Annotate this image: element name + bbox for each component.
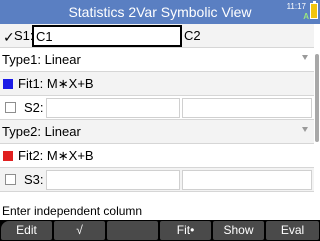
softkey-edit[interactable]: Edit — [1, 221, 52, 240]
fit2-row[interactable]: Fit2: M∗X+B — [0, 144, 314, 168]
battery-icon — [310, 1, 318, 19]
s3-independent-field[interactable] — [46, 170, 180, 190]
fit1-value: M∗X+B — [46, 76, 94, 91]
type2-label: Type2: Linear — [2, 124, 81, 139]
softkey-check[interactable]: √ — [54, 221, 105, 240]
type1-row[interactable]: Type1: Linear — [0, 48, 314, 72]
s1-independent-value: C1 — [36, 29, 53, 44]
softkey-empty[interactable] — [107, 221, 158, 240]
softkey-show[interactable]: Show — [213, 221, 264, 240]
type2-label-text: Type2: — [2, 124, 42, 139]
mode-indicator: A — [303, 12, 309, 21]
softkey-bar: Edit √ Fit• Show Eval — [0, 220, 320, 241]
s2-label: S2: — [24, 100, 44, 115]
view-title: Statistics 2Var Symbolic View — [68, 4, 252, 20]
type1-label-text: Type1: — [2, 52, 42, 67]
s1-independent-field[interactable]: C1 — [32, 25, 182, 47]
fit1-label: Fit1: M∗X+B — [18, 76, 94, 92]
s2-independent-field[interactable] — [46, 98, 180, 118]
type1-label: Type1: Linear — [2, 52, 81, 67]
type2-dropdown-arrow-icon[interactable] — [302, 127, 308, 132]
s3-row[interactable]: S3: — [0, 168, 314, 192]
softkey-eval[interactable]: Eval — [266, 221, 319, 240]
type1-dropdown-arrow-icon[interactable] — [302, 55, 308, 60]
fit2-label: Fit2: M∗X+B — [18, 148, 94, 164]
s1-label: S1: — [14, 28, 34, 43]
softkey-fit[interactable]: Fit• — [160, 221, 211, 240]
s1-row[interactable]: ✓ S1: C1 C2 — [0, 24, 314, 48]
type1-value: Linear — [44, 52, 81, 67]
fit2-label-text: Fit2: — [18, 148, 44, 163]
fit1-label-text: Fit1: — [18, 76, 44, 91]
title-bar: Statistics 2Var Symbolic View 11:17 A — [0, 0, 320, 24]
fit2-value: M∗X+B — [46, 148, 94, 163]
type2-value: Linear — [44, 124, 81, 139]
symbolic-view-list: ✓ S1: C1 C2 Type1: Linear Fit1: M∗X+B S2… — [0, 24, 320, 220]
s3-label: S3: — [24, 172, 44, 187]
fit1-color-swatch[interactable] — [3, 79, 13, 89]
s2-checkbox[interactable] — [5, 102, 16, 113]
clock: 11:17 — [286, 2, 306, 11]
s1-checkmark-icon[interactable]: ✓ — [3, 29, 15, 46]
s3-dependent-field[interactable] — [182, 170, 312, 190]
s2-dependent-field[interactable] — [182, 98, 312, 118]
type2-row[interactable]: Type2: Linear — [0, 120, 314, 144]
scrollbar[interactable] — [315, 54, 319, 142]
s3-checkbox[interactable] — [5, 174, 16, 185]
s1-dependent-field[interactable]: C2 — [184, 28, 201, 43]
fit1-row[interactable]: Fit1: M∗X+B — [0, 72, 314, 96]
s2-row[interactable]: S2: — [0, 96, 314, 120]
status-line: Enter independent column — [0, 204, 320, 220]
fit2-color-swatch[interactable] — [3, 151, 13, 161]
